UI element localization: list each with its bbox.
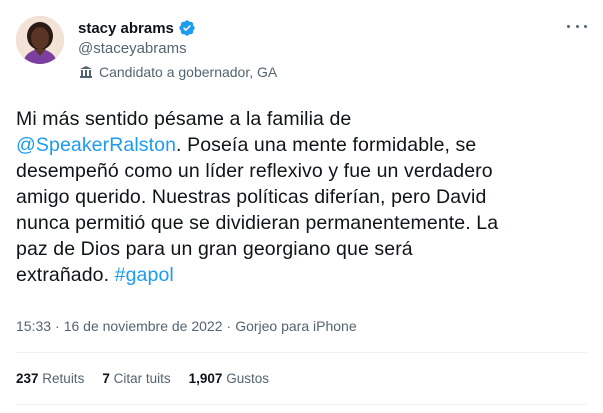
avatar-image xyxy=(16,16,64,64)
tweet-date[interactable]: 16 de noviembre de 2022 xyxy=(64,318,223,334)
tweet-time[interactable]: 15:33 xyxy=(16,318,51,334)
more-horizontal-icon xyxy=(575,24,579,28)
tweet-line: extrañado. #gapol xyxy=(16,262,586,288)
meta-separator: · xyxy=(55,318,60,334)
author-name-row: stacy abrams xyxy=(78,19,196,37)
avatar[interactable] xyxy=(16,16,64,64)
tweet-line: nunca permitió que se dividieran permane… xyxy=(16,212,499,234)
mention-link[interactable]: @SpeakerRalston xyxy=(16,134,176,156)
more-options-button[interactable] xyxy=(567,20,587,32)
quotes-stat[interactable]: 7 Citar tuits xyxy=(102,371,170,386)
tweet-line: amigo querido. Nuestras políticas diferí… xyxy=(16,186,487,208)
divider xyxy=(16,352,587,353)
more-horizontal-icon xyxy=(567,24,570,28)
quotes-label: Citar tuits xyxy=(113,371,171,386)
tweet-line-text: extrañado. xyxy=(16,264,115,286)
author-name[interactable]: stacy abrams xyxy=(78,20,174,37)
affiliation-label: Candidato a gobernador, GA xyxy=(99,64,278,80)
tweet-line: @SpeakerRalston. Poseía una mente formid… xyxy=(16,132,586,158)
retweets-stat[interactable]: 237 Retuits xyxy=(16,371,84,386)
government-building-icon xyxy=(80,66,92,78)
tweet-card: stacy abrams @staceyabrams Candidato a g… xyxy=(0,0,603,413)
meta-separator: · xyxy=(226,318,232,334)
tweet-line: paz de Dios para un gran georgiano que s… xyxy=(16,238,413,260)
likes-count: 1,907 xyxy=(188,371,223,386)
more-horizontal-icon xyxy=(584,24,587,28)
tweet-text: Mi más sentido pésame a la familia de @S… xyxy=(16,106,586,288)
retweets-label: Retuits xyxy=(42,371,85,386)
likes-label: Gustos xyxy=(226,371,269,386)
tweet-source[interactable]: Gorjeo para iPhone xyxy=(235,318,356,334)
quotes-count: 7 xyxy=(102,371,110,386)
retweets-count: 237 xyxy=(16,371,39,386)
tweet-line: Mi más sentido pésame a la familia de xyxy=(16,108,352,130)
author-handle[interactable]: @staceyabrams xyxy=(78,40,187,57)
tweet-line-text: . Poseía una mente formidable, se xyxy=(176,134,477,156)
likes-stat[interactable]: 1,907 Gustos xyxy=(189,371,269,386)
verified-badge-icon xyxy=(179,20,195,36)
tweet-metadata: 15:33 · 16 de noviembre de 2022 · Gorjeo… xyxy=(16,318,357,334)
hashtag-link[interactable]: #gapol xyxy=(115,264,174,286)
tweet-stats: 237 Retuits 7 Citar tuits 1,907 Gustos xyxy=(16,371,269,386)
author-affiliation: Candidato a gobernador, GA xyxy=(78,64,277,80)
divider xyxy=(16,404,587,405)
tweet-line: desempeñó como un líder reflexivo y fue … xyxy=(16,160,493,182)
